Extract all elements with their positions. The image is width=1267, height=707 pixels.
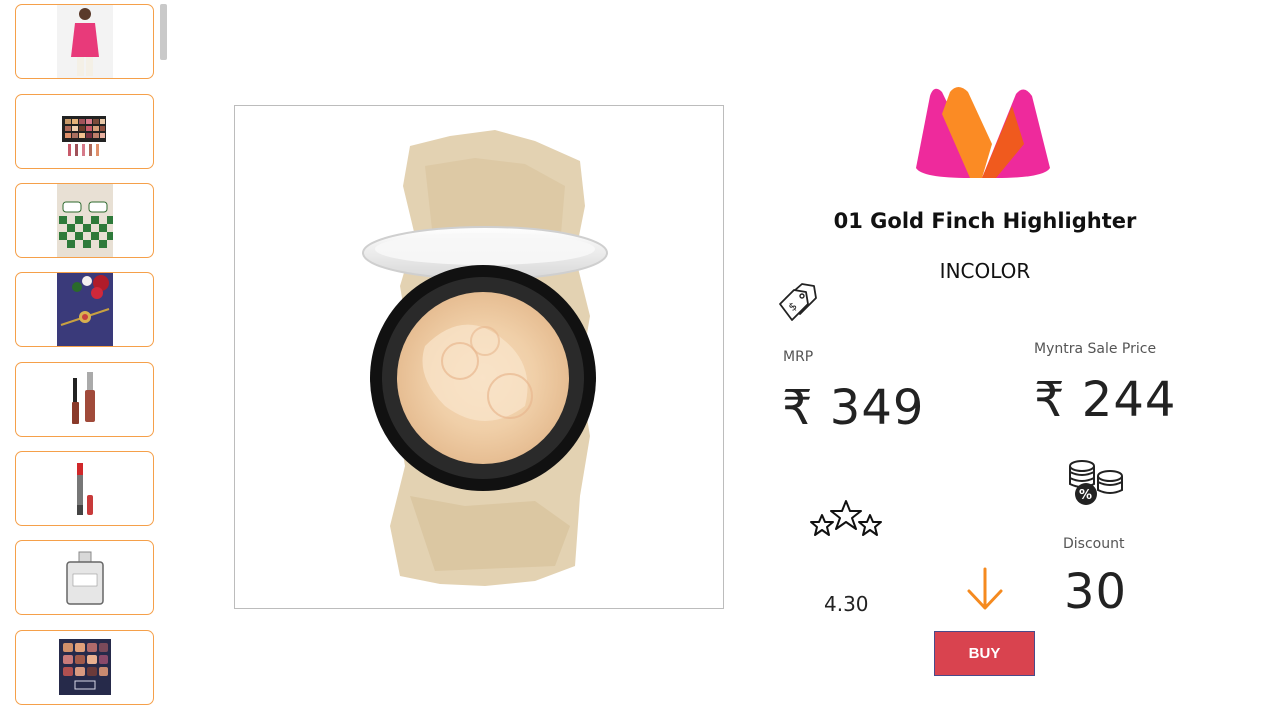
rakhi-image — [56, 273, 113, 346]
product-page: 01 Gold Finch Highlighter INCOLOR $ MRP … — [0, 0, 1267, 707]
mrp-value: ₹ 349 — [782, 380, 925, 436]
product-title: 01 Gold Finch Highlighter — [833, 209, 1137, 233]
thumbnail-lipstick[interactable] — [15, 451, 154, 526]
discount-value: 30 — [1064, 564, 1128, 620]
thumbnail-bedsheet[interactable] — [15, 183, 154, 258]
perfume-image — [65, 551, 104, 605]
palette-image — [58, 638, 111, 695]
down-arrow-icon — [967, 567, 1003, 610]
myntra-logo — [916, 87, 1050, 178]
svg-text:%: % — [1079, 488, 1092, 503]
price-tag-icon: $ — [779, 283, 817, 321]
coins-discount-icon: % — [1069, 460, 1123, 505]
buy-button[interactable]: BUY — [934, 631, 1035, 676]
discount-label: Discount — [1063, 536, 1125, 552]
thumbnail-palette[interactable] — [15, 630, 154, 705]
thumbnail-gallery[interactable] — [0, 0, 170, 707]
kurta-image — [56, 5, 113, 78]
brand-name: INCOLOR — [939, 259, 1031, 283]
thumbnail-kurta[interactable] — [15, 4, 154, 79]
thumbnail-lip-gloss[interactable] — [15, 362, 154, 437]
sale-price-label: Myntra Sale Price — [1034, 341, 1157, 357]
mrp-label: MRP — [783, 349, 814, 365]
eyeshadow-palette-image — [61, 115, 106, 156]
sale-price-value: ₹ 244 — [1034, 372, 1177, 428]
bedsheet-image — [56, 184, 113, 257]
rating-value: 4.30 — [824, 592, 869, 616]
stars-icon — [810, 500, 882, 536]
thumbnail-eyeshadow-palette[interactable] — [15, 94, 154, 169]
lipstick-image — [76, 462, 93, 515]
gallery-scrollbar[interactable] — [160, 4, 167, 60]
thumbnail-rakhi[interactable] — [15, 272, 154, 347]
thumbnail-perfume[interactable] — [15, 540, 154, 615]
highlighter-image — [362, 130, 608, 586]
lip-gloss-image — [71, 371, 95, 424]
main-product-image — [234, 105, 724, 609]
